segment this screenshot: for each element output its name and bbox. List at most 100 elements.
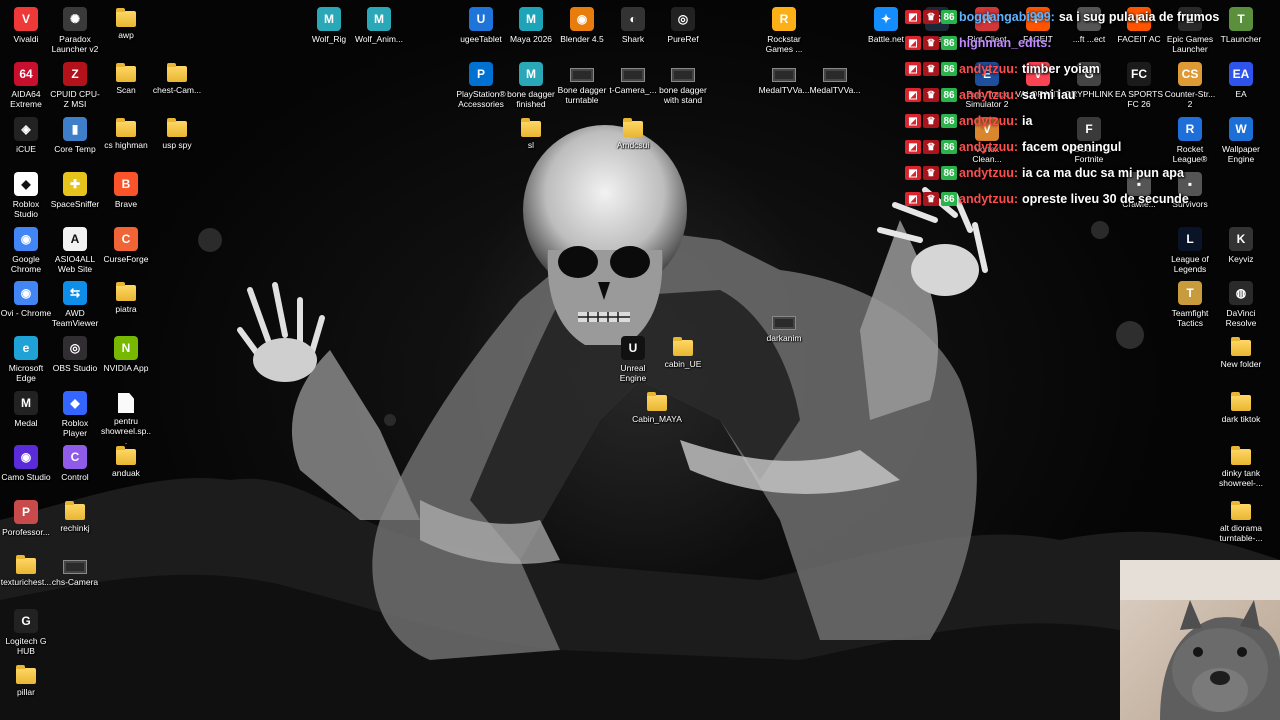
desktop-icon[interactable]: anduak xyxy=(100,443,152,478)
desktop-icon-label: piatra xyxy=(115,304,137,314)
desktop-icon[interactable]: cabin_UE xyxy=(657,334,709,369)
desktop-icon[interactable]: K Keyviz xyxy=(1215,225,1267,264)
desktop-icon[interactable]: ◉ Blender 4.5 xyxy=(556,5,608,44)
desktop-icon[interactable]: chs-Camera xyxy=(49,552,101,587)
folder-icon xyxy=(116,63,136,82)
desktop-icon[interactable]: M Maya 2026 xyxy=(505,5,557,44)
desktop-icon-label: cabin_UE xyxy=(664,359,702,369)
desktop-icon[interactable]: C Control xyxy=(49,443,101,482)
desktop-icon[interactable]: MedalTVVa... xyxy=(758,60,810,95)
desktop-icon[interactable]: alt diorama turntable-... xyxy=(1215,498,1267,543)
desktop-icon[interactable]: U Unreal Engine xyxy=(607,334,659,383)
desktop-icon[interactable]: ▮ Core Temp xyxy=(49,115,101,154)
desktop-icon[interactable]: L League of Legends xyxy=(1164,225,1216,274)
desktop-icon[interactable]: Mbone dagger finished xyxy=(505,60,557,109)
desktop-icon[interactable]: M Medal xyxy=(0,389,52,428)
desktop-icon[interactable]: T Teamfight Tactics xyxy=(1164,279,1216,328)
desktop-icon[interactable]: Amdcsui xyxy=(607,115,659,150)
stream-chat-overlay: ◩ ♛ 86 bogdangabi999: sa i sug pula aia de f… xyxy=(905,4,1235,212)
desktop-icon-label: Teamfight Tactics xyxy=(1171,308,1209,328)
desktop-icon[interactable]: ◉ Camo Studio xyxy=(0,443,52,482)
desktop-icon[interactable]: e Microsoft Edge xyxy=(0,334,52,383)
crown-badge-icon: ♛ xyxy=(923,36,939,50)
desktop-icon[interactable]: usp spy xyxy=(151,115,203,150)
desktop-icon[interactable]: rechinkj xyxy=(49,498,101,533)
chat-text: sa mi iau xyxy=(1022,88,1076,102)
desktop-icon[interactable]: Z CPUID CPU-Z MSI xyxy=(49,60,101,109)
chat-message: ◩ ♛ 86 andytzuu: facem openingul xyxy=(905,134,1235,160)
desktop-icon[interactable]: ◉ Ovi - Chrome xyxy=(0,279,52,318)
shark-icon: ◐ xyxy=(621,7,645,31)
desktop-icon-label: Wolf_Anim... xyxy=(354,34,404,44)
desktop-icon[interactable]: V Vivaldi xyxy=(0,5,52,44)
desktop-icon[interactable]: ◎ PureRef xyxy=(657,5,709,44)
desktop-icon[interactable]: B Brave xyxy=(100,170,152,209)
folder-icon xyxy=(167,118,187,137)
desktop-icon[interactable]: UugeeTablet xyxy=(455,5,507,44)
desktop-icon[interactable]: ✚ SpaceSniffer xyxy=(49,170,101,209)
desktop-icon[interactable]: M Wolf_Rig xyxy=(303,5,355,44)
desktop-icon[interactable]: ◐ Shark xyxy=(607,5,659,44)
video-thumb-icon xyxy=(823,68,847,82)
desktop-icon[interactable]: dinky tank showreel-... xyxy=(1215,443,1267,488)
desktop-icon[interactable]: dark tiktok xyxy=(1215,389,1267,424)
desktop-icon[interactable]: ◆ Roblox Studio xyxy=(0,170,52,219)
roblox-icon: ◆ xyxy=(63,391,87,415)
desktop-icon[interactable]: chest-Cam... xyxy=(151,60,203,95)
desktop-icon[interactable]: C CurseForge xyxy=(100,225,152,264)
desktop-icon[interactable]: N NVIDIA App xyxy=(100,334,152,373)
desktop-icon[interactable]: New folder xyxy=(1215,334,1267,369)
desktop-icon[interactable]: pentru showreel.sp... xyxy=(100,389,152,446)
crown-badge-icon: ♛ xyxy=(923,10,939,24)
chrome-icon: ◉ xyxy=(14,227,38,251)
dog-webcam-feed xyxy=(1120,560,1280,720)
desktop-icon[interactable]: awp xyxy=(100,5,152,40)
desktop-icon[interactable]: darkanim xyxy=(758,308,810,343)
unreal-icon: U xyxy=(621,336,645,360)
desktop-icon[interactable]: ◆ Roblox Player xyxy=(49,389,101,438)
desktop-icon-label: Google Chrome xyxy=(10,254,42,274)
playstation-icon: P xyxy=(469,62,493,86)
desktop-icon[interactable]: texturichest... xyxy=(0,552,52,587)
ugee-icon: U xyxy=(469,7,493,31)
platform-badge-icon: ◩ xyxy=(905,114,921,128)
desktop-icon[interactable]: P PlayStation® Accessories xyxy=(455,60,507,109)
desktop-icon[interactable]: ◉ Google Chrome xyxy=(0,225,52,274)
desktop-icon[interactable]: M Wolf_Anim... xyxy=(353,5,405,44)
desktop-icon[interactable]: ⇆ AWD TeamViewer xyxy=(49,279,101,328)
desktop-icon[interactable]: 64 AIDA64 Extreme xyxy=(0,60,52,109)
chat-username: andytzuu: xyxy=(959,192,1019,206)
desktop-icon-label: cs highman xyxy=(104,140,148,150)
chrome-icon: ◉ xyxy=(14,281,38,305)
chat-text: ia xyxy=(1022,114,1033,128)
folder-icon xyxy=(1231,501,1251,520)
desktop-icon[interactable]: ◈ iCUE xyxy=(0,115,52,154)
desktop-icon[interactable]: G Logitech G HUB xyxy=(0,607,52,656)
desktop-icon[interactable]: piatra xyxy=(100,279,152,314)
crown-badge-icon: ♛ xyxy=(923,114,939,128)
desktop-icon[interactable]: Cabin_MAYA xyxy=(631,389,683,424)
level-badge-icon: 86 xyxy=(941,36,957,50)
desktop-icon-label: DaVinci Resolve xyxy=(1225,308,1257,328)
desktop-icon[interactable]: ✺ Paradox Launcher v2 xyxy=(49,5,101,54)
desktop-icon[interactable]: bone dagger with stand xyxy=(657,60,709,105)
desktop-icon[interactable]: pillar xyxy=(0,662,52,697)
desktop-icon[interactable]: Scan xyxy=(100,60,152,95)
desktop-icon-label: Porofessor... xyxy=(2,527,50,537)
desktop-icon[interactable]: sl xyxy=(505,115,557,150)
chat-message: ◩ ♛ 86 andytzuu: timber yoiam xyxy=(905,56,1235,82)
desktop-icon[interactable]: A ASIO4ALL Web Site xyxy=(49,225,101,274)
desktop-icon[interactable]: R Rockstar Games ... xyxy=(758,5,810,54)
desktop-icon[interactable]: cs highman xyxy=(100,115,152,150)
desktop-icon[interactable]: ◎ OBS Studio xyxy=(49,334,101,373)
desktop-icon-label: Medal xyxy=(14,418,38,428)
desktop-icon[interactable]: t-Camera_... xyxy=(607,60,659,95)
coretemp-icon: ▮ xyxy=(63,117,87,141)
video-thumb-icon xyxy=(570,68,594,82)
desktop-icon-label: Scan xyxy=(116,85,136,95)
desktop-icon[interactable]: P Porofessor... xyxy=(0,498,52,537)
desktop-icon[interactable]: Bone dagger turntable xyxy=(556,60,608,105)
maya-file-icon: M xyxy=(317,7,341,31)
desktop-icon[interactable]: ◍ DaVinci Resolve xyxy=(1215,279,1267,328)
desktop-icon[interactable]: MedalTVVa... xyxy=(809,60,861,95)
